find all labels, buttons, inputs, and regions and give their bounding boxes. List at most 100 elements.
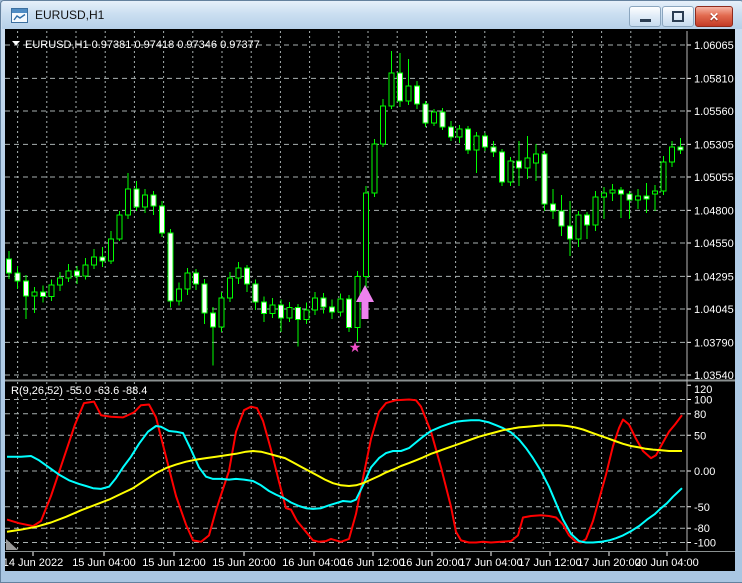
indicator-tick-label: 0.00 <box>694 466 715 478</box>
bull-candle <box>125 188 131 216</box>
bull-candle <box>286 307 293 319</box>
bear-candle <box>541 153 548 205</box>
time-tick-label: 14 Jun 2022 <box>5 557 63 569</box>
bear-candle <box>346 298 352 329</box>
price-tick-label: 1.04800 <box>694 205 734 217</box>
bear-candle <box>448 126 454 138</box>
price-tick-label: 1.05810 <box>694 73 734 85</box>
bear-candle <box>320 297 327 308</box>
time-tick-label: 17 Jun 04:00 <box>459 557 523 569</box>
time-tick-label: 17 Jun 20:00 <box>577 557 641 569</box>
bull-candle <box>473 135 480 151</box>
bull-candle <box>235 267 242 279</box>
chart-header: EURUSD,H1 0.97381 0.97418 0.97346 0.9737… <box>12 39 260 51</box>
bull-candle <box>592 196 599 226</box>
bear-candle <box>643 195 650 200</box>
bull-candle <box>65 270 72 279</box>
price-tick-label: 1.06065 <box>694 40 734 52</box>
time-tick-label: 16 Jun 04:00 <box>282 557 346 569</box>
bull-candle <box>669 146 675 163</box>
indicator-header: R(9,26,52) -55.0 -63.6 -88.4 <box>11 385 147 397</box>
time-tick-label: 15 Jun 12:00 <box>142 557 206 569</box>
bull-candle <box>82 264 89 277</box>
bear-candle <box>99 256 106 262</box>
bear-candle <box>465 128 471 151</box>
bull-candle <box>337 298 344 313</box>
bull-candle <box>354 276 361 329</box>
bear-candle <box>210 312 216 328</box>
price-tick-label: 1.05560 <box>694 106 734 118</box>
price-tick-label: 1.03790 <box>694 337 734 349</box>
ohlc-header: EURUSD,H1 0.97381 0.97418 0.97346 0.9737… <box>25 39 260 51</box>
time-tick-label: 20 Jun 04:00 <box>635 557 699 569</box>
bull-candle <box>227 277 233 299</box>
bear-candle <box>422 103 429 124</box>
bear-candle <box>133 188 140 208</box>
bear-candle <box>567 225 573 240</box>
bull-candle <box>269 304 276 315</box>
bear-candle <box>23 280 29 297</box>
bear-candle <box>278 304 284 319</box>
bear-candle <box>252 283 259 303</box>
bull-candle <box>575 214 582 240</box>
bear-candle <box>482 135 488 148</box>
bull-candle <box>48 284 55 298</box>
bull-candle <box>388 72 395 107</box>
bull-candle <box>524 157 531 169</box>
price-tick-label: 1.04045 <box>694 304 734 316</box>
bull-candle <box>303 309 310 321</box>
bear-candle <box>159 205 165 234</box>
time-tick-label: 17 Jun 12:00 <box>518 557 582 569</box>
bear-candle <box>490 146 497 153</box>
bear-candle <box>618 189 624 195</box>
time-tick-label: 16 Jun 12:00 <box>341 557 405 569</box>
price-tick-label: 1.04550 <box>694 238 734 250</box>
chart-canvas[interactable]: 1.06065 1.05810 1.05560 1.05305 1.05055 1.048… <box>3 29 735 571</box>
window-title: EURUSD,H1 <box>35 8 105 22</box>
bull-candle <box>218 297 225 328</box>
bull-candle <box>456 128 463 138</box>
indicator-tick-label: -100 <box>694 538 716 550</box>
bull-candle <box>108 238 114 262</box>
title-bar[interactable]: EURUSD,H1 ✕ <box>2 1 742 29</box>
restore-button[interactable] <box>662 6 694 27</box>
bear-candle <box>167 232 174 302</box>
bear-candle <box>201 283 208 314</box>
chart-client-area: 1.06065 1.05810 1.05560 1.05305 1.05055 1.048… <box>3 29 735 571</box>
indicator-tick-label: 100 <box>694 395 712 407</box>
bull-candle <box>533 153 539 164</box>
indicator-tick-label: 80 <box>694 409 706 421</box>
time-tick-label: 15 Jun 20:00 <box>212 557 276 569</box>
indicator-tick-label: -80 <box>694 523 710 535</box>
bear-candle <box>295 307 301 321</box>
bear-candle <box>626 193 633 201</box>
bear-candle <box>329 306 335 313</box>
time-tick-label: 15 Jun 04:00 <box>72 557 136 569</box>
bull-candle <box>142 194 148 208</box>
bull-candle <box>380 105 386 145</box>
bull-candle <box>405 85 412 102</box>
close-icon: ✕ <box>708 9 720 24</box>
indicator-tick-label: -50 <box>694 502 710 514</box>
time-tick-label: 16 Jun 20:00 <box>400 557 464 569</box>
bull-candle <box>91 256 97 266</box>
minimize-button[interactable] <box>629 6 661 27</box>
bull-candle <box>371 143 378 194</box>
bear-candle <box>193 272 199 285</box>
bear-candle <box>499 151 505 183</box>
bear-candle <box>150 194 157 207</box>
bear-candle <box>6 258 12 274</box>
price-tick-label: 1.04295 <box>694 271 734 283</box>
bear-candle <box>74 270 80 277</box>
restore-icon <box>672 11 684 22</box>
bear-candle <box>439 111 446 128</box>
price-tick-label: 1.05055 <box>694 172 734 184</box>
bear-candle <box>261 301 267 315</box>
close-button[interactable]: ✕ <box>695 6 733 27</box>
bear-candle <box>558 210 565 227</box>
price-tick-label: 1.05305 <box>694 139 734 151</box>
bull-candle <box>116 214 123 240</box>
bear-candle <box>414 85 420 105</box>
bull-candle <box>635 195 641 201</box>
bull-candle <box>660 161 667 192</box>
